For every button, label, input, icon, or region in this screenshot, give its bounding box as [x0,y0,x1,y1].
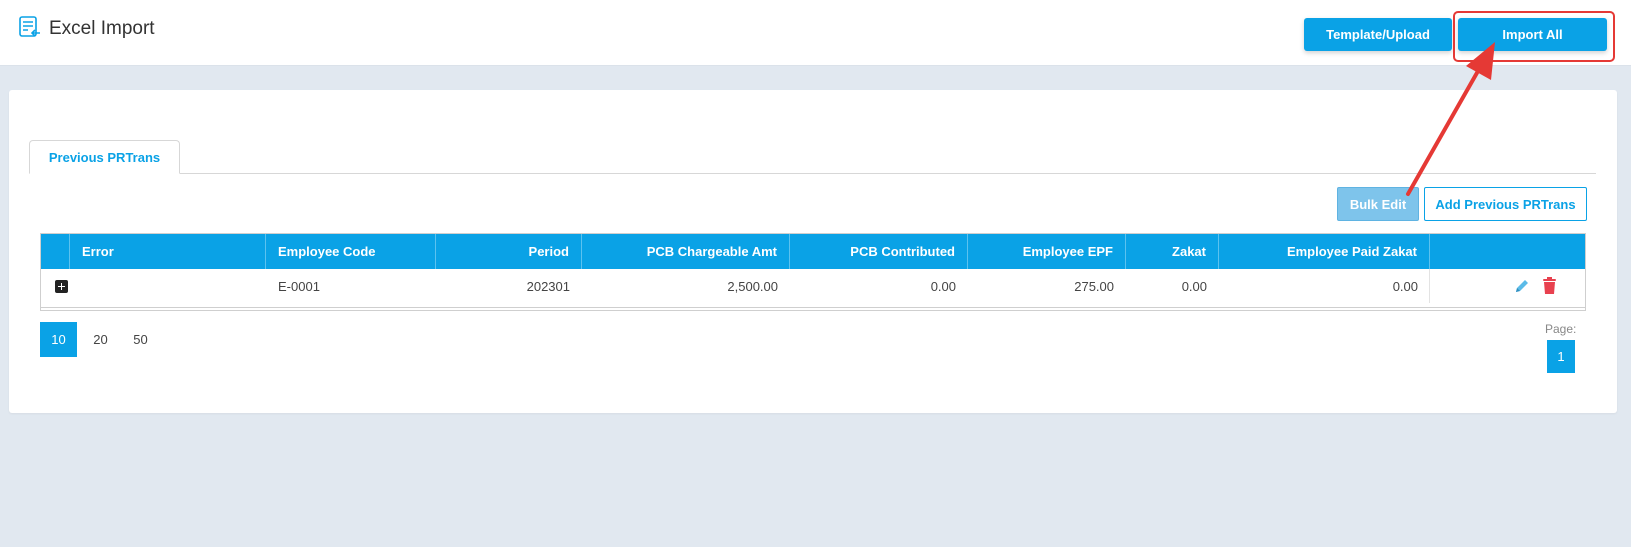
table-row: E-0001 202301 2,500.00 0.00 275.00 0.00 … [41,269,1585,303]
grid-bottom-line [41,307,1585,308]
cell-period: 202301 [526,278,570,294]
column-header-pcb-contributed[interactable]: PCB Contributed [790,234,968,269]
column-header-zakat[interactable]: Zakat [1126,234,1219,269]
column-header-pcb-chargeable-amt[interactable]: PCB Chargeable Amt [582,234,790,269]
cell-employee-epf: 275.00 [1074,278,1114,294]
page-size-10[interactable]: 10 [40,322,77,357]
import-all-button[interactable]: Import All [1458,18,1607,51]
pencil-icon[interactable] [1514,278,1530,294]
column-header-employee-paid-zakat[interactable]: Employee Paid Zakat [1219,234,1430,269]
top-bar: Excel Import Template/Upload Import All [0,0,1631,66]
page-title: Excel Import [49,18,155,39]
cell-pcb-contributed: 0.00 [930,278,956,294]
cell-employee-code: E-0001 [278,278,320,294]
page-size-50[interactable]: 50 [122,322,159,357]
cell-pcb-chargeable-amt: 2,500.00 [727,278,778,294]
column-header-expand [41,234,70,269]
cell-employee-paid-zakat: 0.00 [1392,278,1418,294]
column-header-error[interactable]: Error [70,234,266,269]
cell-error [70,269,266,303]
trash-icon[interactable] [1542,277,1557,294]
page-label: Page: [1545,322,1577,336]
data-grid: Error Employee Code Period PCB Chargeabl… [40,233,1586,311]
page-size-20[interactable]: 20 [82,322,119,357]
tab-divider [29,173,1596,174]
template-upload-button[interactable]: Template/Upload [1304,18,1452,51]
actions-divider [1429,269,1430,303]
bulk-edit-button[interactable]: Bulk Edit [1337,187,1419,221]
column-header-actions [1430,234,1585,269]
grid-header: Error Employee Code Period PCB Chargeabl… [41,234,1585,269]
expand-plus-icon[interactable] [55,280,68,293]
excel-import-icon [19,16,40,37]
tab-previous-prtrans[interactable]: Previous PRTrans [29,140,180,174]
add-previous-prtrans-button[interactable]: Add Previous PRTrans [1424,187,1587,221]
column-header-period[interactable]: Period [436,234,582,269]
page-number-1[interactable]: 1 [1547,340,1575,373]
column-header-employee-code[interactable]: Employee Code [266,234,436,269]
column-header-employee-epf[interactable]: Employee EPF [968,234,1126,269]
cell-zakat: 0.00 [1181,278,1207,294]
